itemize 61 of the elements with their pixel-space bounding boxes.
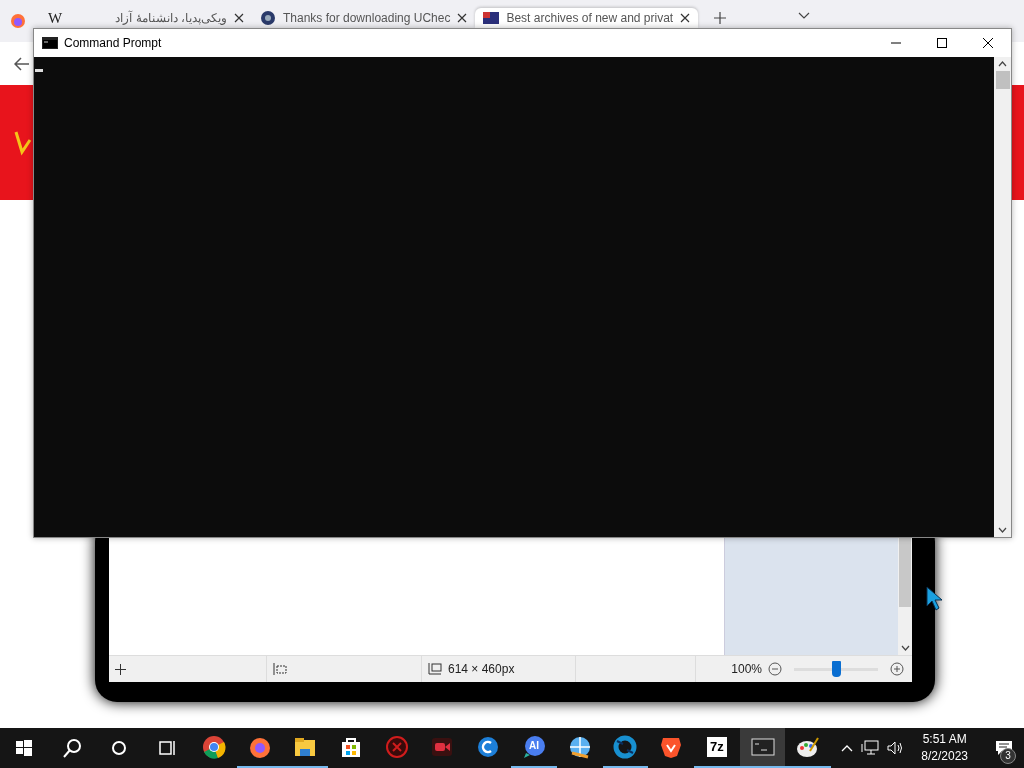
flag-icon [483, 12, 500, 24]
favicon: W [48, 9, 63, 27]
mouse-pointer-icon [926, 586, 944, 612]
folder-icon[interactable] [293, 735, 318, 759]
image-size-icon [428, 663, 442, 675]
chat-bubble-icon[interactable] [521, 735, 546, 759]
scroll-thumb[interactable] [995, 71, 1010, 89]
close-icon[interactable] [983, 38, 993, 48]
sync-icon[interactable] [613, 735, 638, 759]
task-view-icon[interactable] [157, 738, 178, 758]
clock-date: 8/2/2023 [921, 748, 968, 765]
chevron-up-icon[interactable] [998, 61, 1007, 67]
taskbar-button[interactable]: 7z [694, 728, 740, 768]
taskbar-button[interactable]: AI [511, 728, 557, 768]
circle-cross-icon[interactable] [384, 735, 409, 759]
zoom-out-icon[interactable] [768, 662, 782, 676]
zoom-in-icon[interactable] [890, 662, 904, 676]
browser-logo-icon[interactable] [247, 735, 272, 759]
icon-label: AI [528, 740, 539, 751]
palette-icon[interactable] [796, 735, 821, 759]
chevron-down-icon[interactable] [998, 527, 1007, 533]
clock[interactable]: 5:51 AM 8/2/2023 [913, 731, 976, 765]
browser-tab[interactable]: Thanks for downloading UChec [252, 8, 476, 28]
image-size-text: 614 × 460px [448, 662, 515, 676]
move-icon [115, 663, 126, 675]
shopping-bag-icon[interactable] [339, 735, 363, 759]
taskbar-button[interactable] [739, 728, 786, 768]
tab-title: Thanks for downloading UChec [283, 11, 451, 25]
selection-icon [273, 663, 287, 675]
archive-logo[interactable]: 7z [707, 737, 727, 757]
zoom-percent: 100% [731, 662, 762, 676]
start-icon[interactable] [13, 738, 34, 758]
gear-icon [260, 10, 276, 26]
window-title: Command Prompt [64, 36, 162, 50]
console-icon[interactable] [750, 735, 775, 759]
close-icon[interactable] [234, 13, 244, 23]
network-icon[interactable] [861, 740, 880, 756]
maximize-icon[interactable] [937, 38, 947, 48]
browser-tab[interactable]: Best archives of new and privat [475, 8, 699, 28]
circle-letter-icon[interactable] [476, 735, 501, 759]
slider-thumb[interactable] [832, 661, 841, 677]
close-icon[interactable] [680, 13, 691, 23]
close-icon[interactable] [457, 13, 468, 23]
scroll-bar[interactable] [898, 537, 912, 655]
text-cursor [35, 69, 43, 72]
notification-count: 3 [1000, 748, 1016, 764]
scroll-thumb[interactable] [899, 537, 911, 607]
chevron-down-icon[interactable] [798, 12, 811, 20]
globe-icon[interactable] [567, 735, 592, 759]
tab-title: Best archives of new and privat [506, 11, 674, 25]
new-tab-icon[interactable] [714, 12, 727, 24]
tab-title: ویکی‌پدیا، دانشنامهٔ آزاد [114, 11, 227, 25]
chevron-down-icon[interactable] [900, 645, 910, 651]
console-icon [42, 37, 58, 49]
scroll-bar[interactable] [994, 57, 1011, 537]
camera-icon[interactable] [430, 735, 455, 759]
browser-logo-icon[interactable] [201, 735, 226, 759]
search-icon[interactable] [61, 738, 82, 758]
back-arrow-icon[interactable] [14, 56, 30, 71]
clock-time: 5:51 AM [922, 731, 967, 748]
notifications-button[interactable]: 3 [984, 728, 1024, 768]
